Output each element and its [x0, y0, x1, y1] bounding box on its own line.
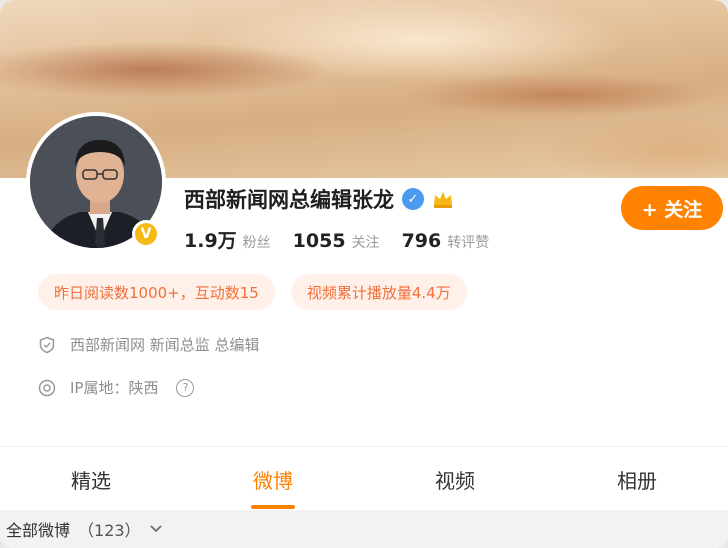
chevron-down-icon [149, 525, 162, 533]
posts-filter-dropdown[interactable]: 全部微博 （123） [0, 510, 728, 548]
shield-icon [39, 336, 55, 353]
filter-count: （123） [78, 521, 141, 540]
stat-interactions[interactable]: 796 转评赞 [402, 230, 490, 252]
name-row: 西部新闻网总编辑张龙 ✓ [184, 184, 454, 214]
stat-label: 关注 [351, 235, 380, 251]
stats-row: 1.9万 粉丝 1055 关注 796 转评赞 [184, 226, 489, 253]
reading-stats-tag[interactable]: 昨日阅读数1000+，互动数15 [38, 274, 275, 310]
filter-label: 全部微博 [6, 521, 71, 540]
tab-albums[interactable]: 相册 [546, 447, 728, 511]
verified-icon: ✓ [402, 188, 424, 210]
stat-followers[interactable]: 1.9万 粉丝 [184, 226, 271, 253]
stat-label: 转评赞 [447, 235, 490, 251]
location-icon [38, 379, 56, 396]
tab-label: 相册 [617, 468, 657, 493]
achievement-tags: 昨日阅读数1000+，互动数15 视频累计播放量4.4万 [38, 274, 467, 310]
badge-letter: V [135, 223, 157, 245]
stat-value: 1.9万 [184, 230, 237, 252]
company-text: 西部新闻网 新闻总监 总编辑 [70, 336, 260, 354]
profile-tabs: 精选 微博 视频 相册 [0, 446, 728, 511]
follow-button[interactable]: + 关注 [621, 186, 723, 230]
tab-label: 微博 [253, 468, 293, 493]
tab-featured[interactable]: 精选 [0, 447, 182, 511]
stat-following[interactable]: 1055 关注 [293, 230, 380, 252]
active-tab-indicator [251, 505, 295, 509]
profile-page: V 西部新闻网总编辑张龙 ✓ + 关注 1.9万 粉丝 1055 关注 796 … [0, 0, 728, 548]
tab-videos[interactable]: 视频 [364, 447, 546, 511]
profile-name: 西部新闻网总编辑张龙 [184, 188, 394, 212]
ip-location-info: IP属地：陕西 ? [38, 377, 195, 398]
video-stats-tag[interactable]: 视频累计播放量4.4万 [290, 274, 467, 310]
tab-weibo[interactable]: 微博 [182, 447, 364, 511]
stat-label: 粉丝 [242, 235, 271, 251]
tab-label: 视频 [435, 468, 475, 493]
help-icon[interactable]: ? [176, 378, 195, 397]
ip-location-text: IP属地：陕西 [70, 379, 159, 397]
company-info: 西部新闻网 新闻总监 总编辑 [38, 334, 260, 355]
stat-value: 796 [401, 230, 442, 252]
avatar-verified-badge: V [132, 220, 160, 248]
stat-value: 1055 [292, 230, 346, 252]
crown-icon [434, 192, 452, 208]
tab-label: 精选 [71, 468, 111, 493]
